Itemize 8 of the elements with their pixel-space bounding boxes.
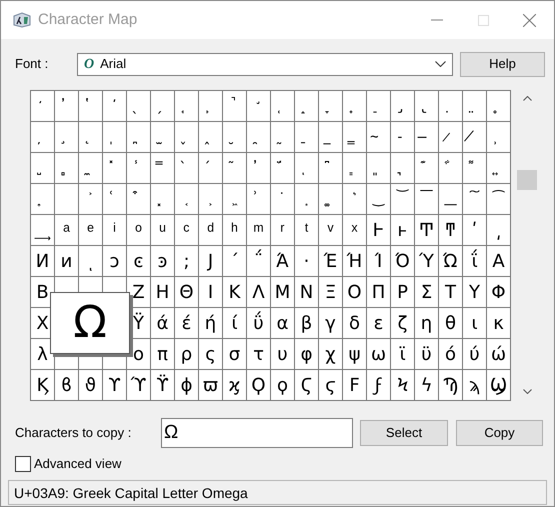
characters-to-copy-label: Characters to copy : — [15, 424, 132, 442]
status-bar: U+03A9: Greek Capital Letter Omega — [8, 480, 547, 504]
font-label: Font : — [15, 55, 50, 74]
advanced-view-label: Advanced view — [34, 455, 122, 473]
font-type-icon: O — [84, 54, 94, 74]
magnified-character-tooltip: Ω — [50, 292, 130, 354]
window-title: Character Map — [38, 10, 138, 30]
font-value: Arial — [100, 55, 126, 74]
